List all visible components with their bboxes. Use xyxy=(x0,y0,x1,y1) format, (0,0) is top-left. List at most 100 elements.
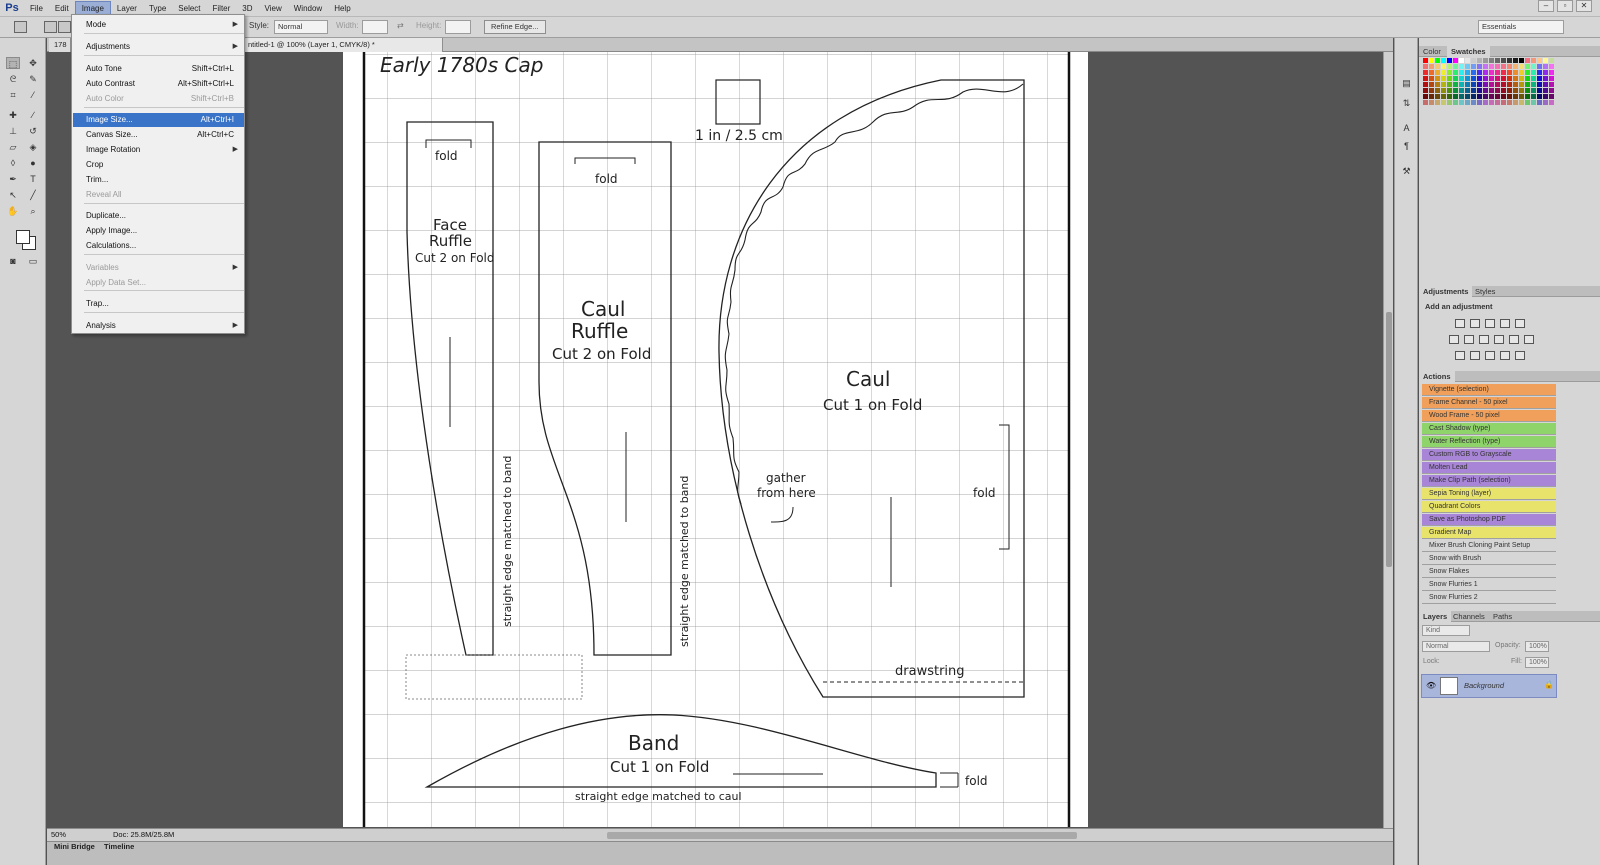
hand-icon[interactable]: ✋ xyxy=(6,205,20,217)
menu-item-variables[interactable]: Variables ▶ xyxy=(73,261,244,275)
paragraph-panel-icon[interactable]: ¶ xyxy=(1400,141,1413,152)
menu-item-reveal-all[interactable]: Reveal All xyxy=(73,188,244,202)
tab-styles[interactable]: Styles xyxy=(1471,286,1499,297)
menu-file[interactable]: File xyxy=(24,0,49,17)
action-item[interactable]: Gradient Map xyxy=(1422,527,1556,539)
posterize-icon[interactable] xyxy=(1470,351,1480,360)
vertical-scrollbar[interactable] xyxy=(1383,52,1393,828)
menu-item-auto-tone[interactable]: Auto Tone Shift+Ctrl+L xyxy=(73,62,244,76)
fill-field[interactable]: 100% xyxy=(1525,657,1549,668)
menu-item-auto-contrast[interactable]: Auto Contrast Alt+Shift+Ctrl+L xyxy=(73,77,244,91)
crop-icon[interactable]: ⌗ xyxy=(6,89,20,101)
action-item[interactable]: Snow Flurries 2 xyxy=(1422,592,1556,604)
black-white-icon[interactable] xyxy=(1479,335,1489,344)
tab-timeline[interactable]: Timeline xyxy=(99,842,139,852)
action-item[interactable]: Save as Photoshop PDF xyxy=(1422,514,1556,526)
refine-edge-button[interactable]: Refine Edge... xyxy=(484,20,546,34)
action-item[interactable]: Sepia Toning (layer) xyxy=(1422,488,1556,500)
eyedropper-icon[interactable]: ⁄ xyxy=(26,89,40,101)
menu-item-adjustments[interactable]: Adjustments ▶ xyxy=(73,40,244,54)
paint-bucket-icon[interactable]: ◈ xyxy=(26,141,40,153)
swatches-grid[interactable] xyxy=(1423,58,1555,130)
action-item[interactable]: Snow with Brush xyxy=(1422,553,1556,565)
gradient-map-icon[interactable] xyxy=(1500,351,1510,360)
color-balance-icon[interactable] xyxy=(1464,335,1474,344)
menu-item-duplicate[interactable]: Duplicate... xyxy=(73,209,244,223)
dodge-icon[interactable]: ● xyxy=(26,157,40,169)
horizontal-scroll-thumb[interactable] xyxy=(607,832,1077,839)
healing-brush-icon[interactable]: ✚ xyxy=(6,109,20,121)
action-item[interactable]: Snow Flurries 1 xyxy=(1422,579,1556,591)
history-panel-icon[interactable]: ▤ xyxy=(1400,78,1413,89)
quick-select-icon[interactable]: ✎ xyxy=(26,73,40,85)
path-select-icon[interactable]: ↖ xyxy=(6,189,20,201)
pen-icon[interactable]: ✒ xyxy=(6,173,20,185)
restore-button[interactable]: ▫ xyxy=(1557,0,1573,12)
menu-item-crop[interactable]: Crop xyxy=(73,158,244,172)
action-item[interactable]: Custom RGB to Grayscale xyxy=(1422,449,1556,461)
swap-icon[interactable]: ⇄ xyxy=(397,21,404,30)
tab-mini-bridge[interactable]: Mini Bridge xyxy=(49,842,100,852)
line-icon[interactable]: ╱ xyxy=(26,189,40,201)
layer-kind-filter[interactable]: Kind xyxy=(1422,625,1470,636)
marquee-tool-preset-icon[interactable] xyxy=(14,21,27,33)
menu-item-trap[interactable]: Trap... xyxy=(73,297,244,311)
layer-row-background[interactable]: 👁 Background 🔒 xyxy=(1421,674,1557,698)
action-item[interactable]: Molten Lead xyxy=(1422,462,1556,474)
eraser-icon[interactable]: ▱ xyxy=(6,141,20,153)
tab-adjustments[interactable]: Adjustments xyxy=(1419,286,1473,297)
tab-actions[interactable]: Actions xyxy=(1419,371,1455,382)
close-button[interactable]: ✕ xyxy=(1576,0,1592,12)
action-item[interactable]: Frame Channel - 50 pixel xyxy=(1422,397,1556,409)
channel-mixer-icon[interactable] xyxy=(1509,335,1519,344)
color-lookup-icon[interactable] xyxy=(1524,335,1534,344)
photo-filter-icon[interactable] xyxy=(1494,335,1504,344)
new-selection-icon[interactable] xyxy=(44,21,57,33)
vibrance-icon[interactable] xyxy=(1515,319,1525,328)
tab-paths[interactable]: Paths xyxy=(1489,611,1516,622)
action-item[interactable]: Snow Flakes xyxy=(1422,566,1556,578)
curves-icon[interactable] xyxy=(1485,319,1495,328)
zoom-icon[interactable]: ⌕ xyxy=(26,205,40,217)
height-field[interactable] xyxy=(445,20,471,34)
character-panel-icon[interactable]: A xyxy=(1400,123,1413,134)
menu-item-analysis[interactable]: Analysis ▶ xyxy=(73,319,244,333)
tab-swatches[interactable]: Swatches xyxy=(1447,46,1490,57)
menu-item-auto-color[interactable]: Auto Color Shift+Ctrl+B xyxy=(73,92,244,106)
menu-window[interactable]: Window xyxy=(288,0,328,17)
width-field[interactable] xyxy=(362,20,388,34)
threshold-icon[interactable] xyxy=(1485,351,1495,360)
workspace-select[interactable]: Essentials xyxy=(1478,20,1564,34)
style-select[interactable]: Normal xyxy=(274,20,328,34)
tab-document-1780[interactable]: 178 xyxy=(49,38,71,52)
rectangular-marquee-icon[interactable]: ⬚ xyxy=(6,57,20,69)
move-icon[interactable]: ✥ xyxy=(26,57,40,69)
selective-color-icon[interactable] xyxy=(1515,351,1525,360)
canvas[interactable]: Early 1780s Cap 1 in / 2.5 cm fold Face … xyxy=(343,52,1088,827)
action-item[interactable]: Vignette (selection) xyxy=(1422,384,1556,396)
menu-item-apply-image[interactable]: Apply Image... xyxy=(73,224,244,238)
tab-untitled-1[interactable]: ntitled-1 @ 100% (Layer 1, CMYK/8) * xyxy=(243,38,443,52)
brush-icon[interactable]: ∕ xyxy=(26,109,40,121)
action-item[interactable]: Wood Frame - 50 pixel xyxy=(1422,410,1556,422)
zoom-level[interactable]: 50% xyxy=(51,829,66,841)
brightness-icon[interactable] xyxy=(1455,319,1465,328)
blend-mode-select[interactable]: Normal xyxy=(1422,641,1490,652)
exposure-icon[interactable] xyxy=(1500,319,1510,328)
menu-item-image-rotation[interactable]: Image Rotation ▶ xyxy=(73,143,244,157)
hue-sat-icon[interactable] xyxy=(1449,335,1459,344)
action-item[interactable]: Make Clip Path (selection) xyxy=(1422,475,1556,487)
action-item[interactable]: Quadrant Colors xyxy=(1422,501,1556,513)
menu-help[interactable]: Help xyxy=(328,0,356,17)
screen-mode-icon[interactable]: ▭ xyxy=(26,255,40,267)
lasso-icon[interactable]: ᘓ xyxy=(6,73,20,85)
minimize-button[interactable]: – xyxy=(1538,0,1554,12)
menu-item-mode[interactable]: Mode ▶ xyxy=(73,18,244,32)
action-item[interactable]: Mixer Brush Cloning Paint Setup xyxy=(1422,540,1556,552)
invert-icon[interactable] xyxy=(1455,351,1465,360)
clone-stamp-icon[interactable]: ⊥ xyxy=(6,125,20,137)
menu-view[interactable]: View xyxy=(259,0,288,17)
opacity-field[interactable]: 100% xyxy=(1525,641,1549,652)
add-selection-icon[interactable] xyxy=(58,21,71,33)
menu-item-canvas-size[interactable]: Canvas Size... Alt+Ctrl+C xyxy=(73,128,244,142)
